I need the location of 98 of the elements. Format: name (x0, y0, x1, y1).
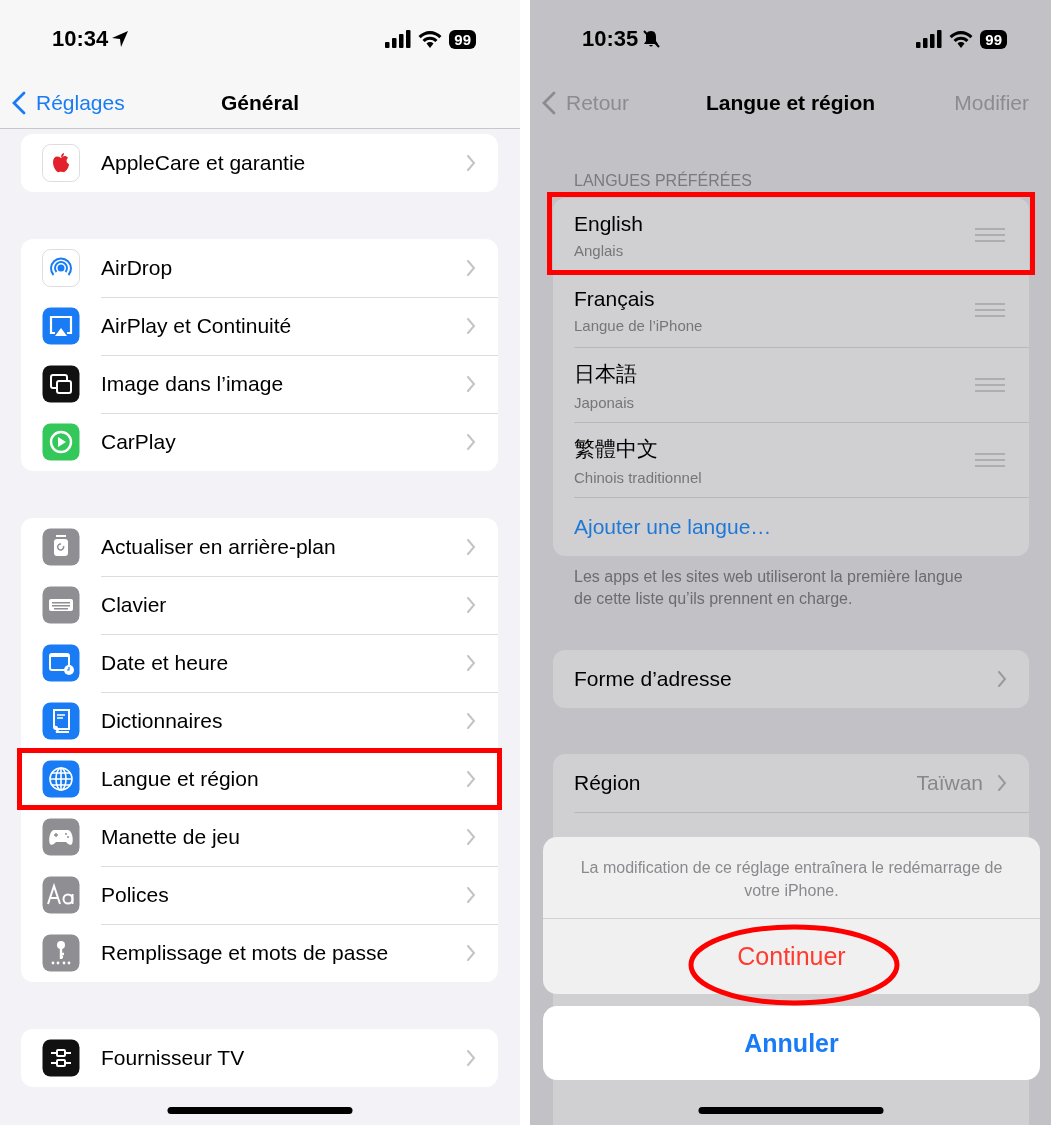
status-time: 10:35 (582, 26, 639, 52)
chevron-right-icon (466, 259, 476, 276)
carplay-icon (42, 423, 80, 461)
drag-handle-icon[interactable] (975, 378, 1005, 392)
drag-handle-icon[interactable] (975, 228, 1005, 242)
settings-row[interactable]: Langue et région (21, 750, 498, 808)
tv-connector-icon (42, 1039, 80, 1077)
chevron-right-icon (466, 712, 476, 729)
chevron-left-icon (542, 91, 556, 115)
chevron-right-icon (997, 671, 1007, 687)
language-row[interactable]: 日本語 Japonais (553, 348, 1029, 423)
status-time: 10:34 (52, 26, 109, 52)
row-label: Actualiser en arrière-plan (101, 534, 336, 559)
screen-icon (42, 307, 80, 345)
cancel-button[interactable]: Annuler (543, 1006, 1040, 1080)
language-name: 繁體中文 (574, 435, 659, 462)
chevron-right-icon (466, 945, 476, 961)
language-row[interactable]: 繁體中文 Chinois traditionnel (553, 423, 1029, 498)
row-label: Image dans l’image (101, 371, 284, 396)
row-label: Clavier (101, 592, 167, 617)
row-label: Date et heure (101, 650, 229, 675)
settings-row[interactable]: Actualiser en arrière-plan (21, 518, 498, 576)
chevron-right-icon (466, 654, 476, 671)
battery-level: 99 (980, 29, 1007, 49)
row-label: Forme d’adresse (574, 667, 732, 691)
back-button[interactable]: Réglages (12, 91, 125, 115)
row-label: Manette de jeu (101, 824, 240, 849)
settings-row[interactable]: Région Taïwan (574, 754, 1029, 813)
signal-icon (385, 30, 412, 48)
keyboard-icon (42, 586, 80, 624)
chevron-right-icon (997, 775, 1007, 791)
language-name: Français (574, 286, 656, 311)
language-subtitle: Anglais (574, 241, 625, 259)
chevron-right-icon (466, 538, 476, 555)
airdrop-icon (42, 249, 80, 287)
settings-row[interactable]: CarPlay (21, 413, 498, 471)
row-label: Fournisseur TV (101, 1046, 245, 1070)
calendar-icon (42, 644, 80, 682)
chevron-right-icon (466, 596, 476, 613)
settings-row[interactable]: Fournisseur TV (21, 1029, 498, 1087)
settings-row[interactable]: AirDrop (21, 239, 498, 297)
chevron-right-icon (466, 770, 476, 787)
language-row[interactable]: English Anglais (553, 198, 1029, 273)
nav-title: Langue et région (705, 91, 876, 115)
picture-in-picture-icon (42, 365, 80, 403)
settings-row[interactable]: AppleCare et garantie (21, 134, 498, 192)
apple-logo-icon (42, 144, 80, 182)
globe-icon (42, 760, 80, 798)
row-label: AirDrop (101, 255, 173, 280)
row-label: CarPlay (101, 430, 176, 454)
chevron-right-icon (466, 375, 476, 392)
refresh-icon (42, 528, 80, 566)
chevron-right-icon (466, 828, 476, 845)
language-name: 日本語 (574, 360, 637, 387)
book-icon (42, 702, 80, 740)
chevron-right-icon (466, 155, 476, 171)
nav-title: Général (220, 91, 300, 115)
settings-row[interactable]: Image dans l’image (21, 355, 498, 413)
row-label: Polices (101, 882, 169, 907)
key-icon (42, 934, 80, 972)
drag-handle-icon[interactable] (975, 453, 1005, 467)
battery-level: 99 (449, 29, 476, 49)
language-subtitle: Langue de l’iPhone (574, 316, 703, 334)
row-value: Taïwan (916, 771, 983, 795)
wifi-icon (949, 30, 974, 48)
signal-icon (916, 30, 943, 48)
bell-slash-icon (641, 29, 662, 49)
settings-row[interactable]: Manette de jeu (21, 808, 498, 866)
settings-row[interactable]: Dictionnaires (21, 692, 498, 750)
row-label: Remplissage et mots de passe (101, 941, 389, 965)
chevron-left-icon (12, 91, 26, 115)
settings-row[interactable]: Forme d’adresse (574, 650, 1029, 708)
language-name: English (574, 211, 643, 236)
language-subtitle: Chinois traditionnel (574, 468, 702, 486)
gamepad-icon (42, 818, 80, 856)
chevron-right-icon (466, 886, 476, 903)
settings-row[interactable]: AirPlay et Continuité (21, 297, 498, 355)
row-label: Région (574, 771, 641, 795)
row-label: Langue et région (101, 766, 259, 791)
language-subtitle: Japonais (574, 393, 636, 411)
language-row[interactable]: Français Langue de l’iPhone (553, 273, 1029, 348)
location-arrow-icon (111, 30, 130, 48)
chevron-right-icon (466, 1050, 476, 1066)
row-label: AppleCare et garantie (101, 151, 306, 175)
wifi-icon (418, 30, 443, 48)
section-header: LANGUES PRÉFÉRÉES (574, 172, 753, 190)
row-label: Dictionnaires (101, 708, 223, 733)
drag-handle-icon[interactable] (975, 303, 1005, 317)
row-label: AirPlay et Continuité (101, 313, 292, 338)
chevron-right-icon (466, 434, 476, 450)
settings-row[interactable]: Date et heure (21, 634, 498, 692)
chevron-right-icon (466, 317, 476, 334)
settings-row[interactable]: Polices (21, 866, 498, 924)
sheet-message: La modification de ce réglage entraînera le redémarrage de votre iPhone. (543, 837, 1040, 919)
settings-row[interactable]: Clavier (21, 576, 498, 634)
section-footer: Les apps et les sites web utiliseront la première langue de cette liste qu’ils prennent en charge. (574, 566, 984, 610)
settings-row[interactable]: Remplissage et mots de passe (21, 924, 498, 982)
fonts-icon (42, 876, 80, 914)
